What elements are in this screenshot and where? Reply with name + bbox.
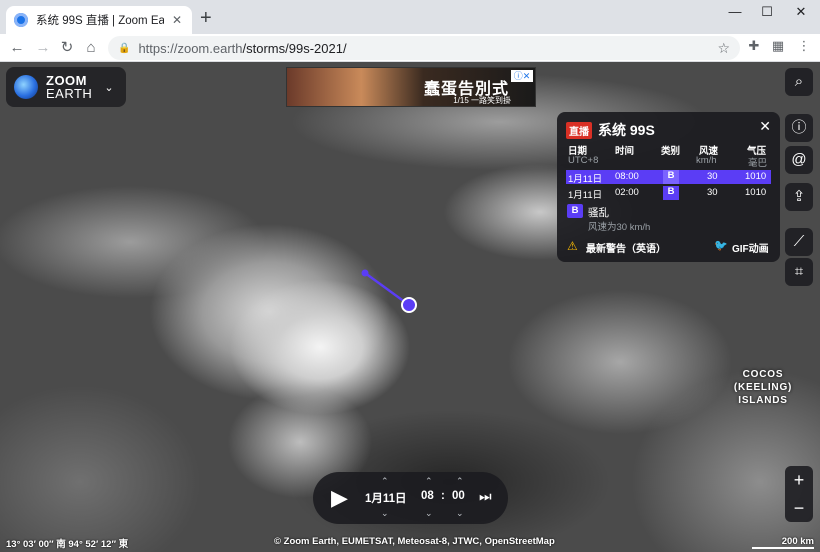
bookmark-star-icon[interactable]: ☆ bbox=[717, 40, 730, 57]
latest-warning-link[interactable]: 最新警告（英语） bbox=[586, 240, 666, 255]
measure-distance-button[interactable]: ⟋ bbox=[785, 228, 813, 256]
row-pressure: 1010 bbox=[745, 171, 767, 182]
category-legend-badge: B bbox=[567, 204, 583, 218]
tab-close-icon[interactable]: ✕ bbox=[170, 13, 184, 27]
browser-tab[interactable]: 系统 99S 直播 | Zoom Earth ✕ bbox=[6, 6, 192, 34]
address-bar[interactable]: 🔒 https://zoom.earth/storms/99s-2021/ ☆ bbox=[108, 36, 740, 60]
twitter-bird-icon: 🐦 bbox=[714, 240, 728, 252]
row-category: B bbox=[663, 186, 679, 200]
place-label-cocos-islands: COCOS (KEELING) ISLANDS bbox=[733, 369, 793, 406]
storm-past-position bbox=[361, 269, 369, 277]
hour-up-chevron-icon[interactable]: ⌃ bbox=[425, 476, 433, 487]
close-window-button[interactable]: ✕ bbox=[786, 4, 816, 20]
logo-line-2: EARTH bbox=[46, 86, 93, 101]
col-pressure-unit: 毫巴 bbox=[748, 158, 768, 169]
storm-name: 系统 99S bbox=[598, 122, 655, 138]
zoom-earth-logo[interactable]: ZOOM EARTH ⌄ bbox=[6, 67, 126, 107]
skip-to-latest-icon[interactable]: ⏭ bbox=[479, 488, 492, 505]
row-wind: 30 bbox=[707, 187, 718, 198]
storms-button[interactable]: @ bbox=[785, 146, 813, 174]
info-button[interactable]: ⓘ bbox=[785, 114, 813, 142]
row-time: 08:00 bbox=[615, 171, 639, 182]
ad-choices-icon[interactable]: ⓘ✕ bbox=[511, 70, 533, 82]
globe-icon bbox=[14, 75, 38, 99]
info-icon: ⓘ bbox=[791, 119, 807, 136]
row-wind: 30 bbox=[707, 171, 718, 182]
maximize-button[interactable]: ☐ bbox=[752, 4, 782, 20]
browser-tab-bar: 系统 99S 直播 | Zoom Earth ✕ + — ☐ ✕ bbox=[0, 0, 820, 34]
close-icon[interactable]: ✕ bbox=[759, 118, 771, 135]
gif-animation-link[interactable]: GIF动画 bbox=[732, 240, 769, 255]
storm-track-line bbox=[364, 271, 410, 307]
row-pressure: 1010 bbox=[745, 187, 767, 198]
date-down-chevron-icon[interactable]: ⌄ bbox=[381, 508, 389, 519]
category-legend-desc: 风速为30 km/h bbox=[588, 222, 651, 233]
row-time: 02:00 bbox=[615, 187, 639, 198]
category-legend-name: 骚乱 bbox=[588, 207, 609, 219]
row-date: 1月11日 bbox=[568, 190, 603, 201]
back-arrow-icon[interactable]: ← bbox=[6, 37, 28, 59]
browser-toolbar: ← → ↻ ⌂ 🔒 https://zoom.earth/storms/99s-… bbox=[0, 34, 820, 62]
zoom-in-button[interactable]: + bbox=[785, 466, 813, 494]
ruler-line-icon: ⟋ bbox=[793, 233, 805, 250]
row-date: 1月11日 bbox=[568, 174, 603, 185]
extension-calendar-icon[interactable]: ▦ bbox=[768, 38, 788, 54]
time-separator: : bbox=[441, 490, 445, 502]
playback-minute[interactable]: 00 bbox=[452, 490, 465, 502]
minimize-button[interactable]: — bbox=[720, 4, 750, 19]
play-icon[interactable]: ▶ bbox=[331, 485, 348, 511]
tab-title: 系统 99S 直播 | Zoom Earth bbox=[36, 15, 164, 27]
col-wind-unit: km/h bbox=[696, 155, 717, 166]
url-text: https://zoom.earth/storms/99s-2021/ bbox=[138, 40, 347, 56]
new-tab-button[interactable]: + bbox=[200, 8, 212, 28]
hurricane-icon: @ bbox=[791, 151, 807, 168]
col-time: 时间 bbox=[615, 146, 635, 157]
date-up-chevron-icon[interactable]: ⌃ bbox=[381, 476, 389, 487]
table-row[interactable]: 1月11日 08:00 B 30 1010 bbox=[566, 170, 771, 185]
col-timezone: UTC+8 bbox=[568, 155, 599, 166]
share-button[interactable]: ⇪ bbox=[785, 183, 813, 211]
forward-arrow-icon[interactable]: → bbox=[32, 37, 54, 59]
minute-down-chevron-icon[interactable]: ⌄ bbox=[456, 508, 464, 519]
zoom-earth-favicon-icon bbox=[14, 13, 28, 27]
advertisement-banner[interactable]: 蠢蛋告別式 1/15 一路笑到掛 ⓘ✕ bbox=[286, 67, 536, 107]
cursor-coordinates: 13° 03′ 00″ 南 94° 52′ 12″ 東 bbox=[6, 539, 129, 550]
map-credits[interactable]: © Zoom Earth, EUMETSAT, Meteosat-8, JTWC… bbox=[274, 536, 555, 547]
zoom-out-button[interactable]: − bbox=[785, 494, 813, 522]
share-icon: ⇪ bbox=[792, 188, 806, 205]
search-button[interactable]: ⌕ bbox=[785, 68, 813, 96]
scale-bar: 200 km bbox=[752, 536, 814, 549]
chevron-down-icon[interactable]: ⌄ bbox=[104, 81, 113, 94]
row-category: B bbox=[663, 170, 679, 184]
home-icon[interactable]: ⌂ bbox=[80, 37, 102, 59]
reload-icon[interactable]: ↻ bbox=[56, 37, 78, 59]
browser-menu-icon[interactable]: ⋮ bbox=[794, 38, 814, 54]
extensions-puzzle-icon[interactable]: ✚ bbox=[744, 38, 764, 54]
warning-icon: ⚠ bbox=[567, 239, 578, 253]
col-category: 类别 bbox=[661, 146, 681, 157]
playback-date[interactable]: 1月11日 bbox=[365, 490, 407, 506]
measure-area-button[interactable]: ⌗ bbox=[785, 258, 813, 286]
playback-hour[interactable]: 08 bbox=[421, 490, 434, 502]
satellite-map[interactable]: ZOOM EARTH ⌄ 蠢蛋告別式 1/15 一路笑到掛 ⓘ✕ ⌕ ⓘ @ ⇪… bbox=[0, 62, 820, 552]
minute-up-chevron-icon[interactable]: ⌃ bbox=[456, 476, 464, 487]
lock-icon[interactable]: 🔒 bbox=[118, 43, 130, 54]
storm-current-position bbox=[401, 297, 417, 313]
live-badge: 直播 bbox=[566, 121, 592, 139]
ad-subtitle: 1/15 一路笑到掛 bbox=[453, 96, 511, 105]
hour-down-chevron-icon[interactable]: ⌄ bbox=[425, 508, 433, 519]
area-square-icon: ⌗ bbox=[794, 263, 804, 280]
table-row[interactable]: 1月11日 02:00 B 30 1010 bbox=[566, 186, 771, 201]
time-playback-control: ▶ ⌃ 1月11日 ⌄ ⌃ 08 ⌄ : ⌃ 00 ⌄ ⏭ bbox=[313, 472, 508, 524]
search-icon: ⌕ bbox=[794, 73, 804, 90]
